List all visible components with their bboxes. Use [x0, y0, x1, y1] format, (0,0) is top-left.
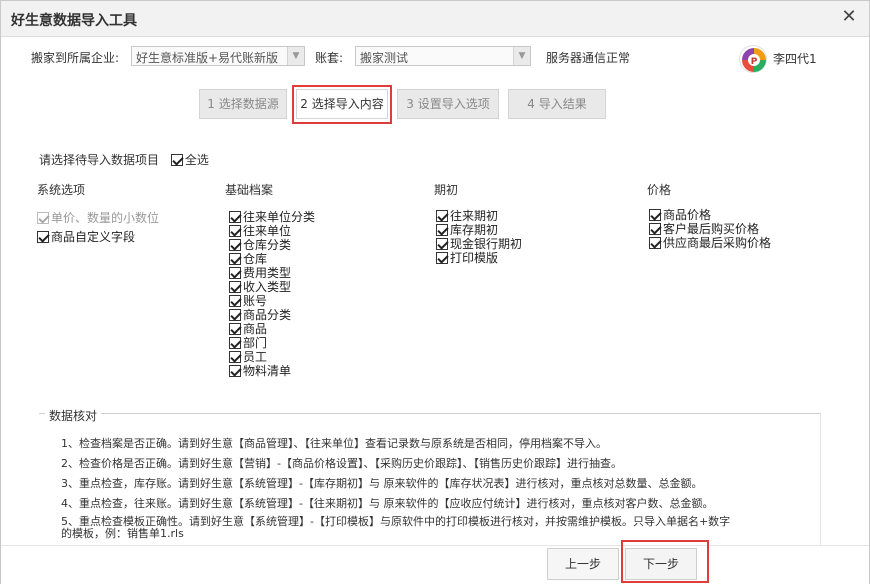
- checkbox-icon: [37, 231, 49, 243]
- option-label: 商品自定义字段: [51, 230, 136, 244]
- svg-text:P: P: [751, 57, 758, 67]
- checkbox-icon: [229, 365, 241, 377]
- step-import-options[interactable]: 3 设置导入选项: [397, 89, 499, 119]
- verify-line: 2、检查价格是否正确。请到好生意【营销】-【商品价格设置】、【采购历史价跟踪】、…: [61, 457, 622, 470]
- price-option[interactable]: 供应商最后采购价格: [649, 234, 771, 251]
- highlight-step-box: [292, 85, 392, 124]
- header-bar: 搬家到所属企业: 好生意标准版+易代账新版 ▼ 账套: 搬家测试 ▼ 服务器通信…: [1, 37, 869, 77]
- avatar[interactable]: P: [739, 45, 767, 73]
- avatar-logo-icon: P: [742, 48, 766, 72]
- verify-line: 3、重点检查，库存账。请到好生意【系统管理】-【库存期初】与 原来软件的【库存状…: [61, 477, 703, 490]
- prev-button[interactable]: 上一步: [547, 548, 619, 580]
- opening-balance-option[interactable]: 打印模版: [436, 249, 498, 266]
- select-all-label: 全选: [184, 153, 209, 167]
- company-select-value: 好生意标准版+易代账新版: [136, 51, 279, 65]
- chevron-down-icon: ▼: [287, 47, 304, 65]
- wizard-steps: 1 选择数据源 2 选择导入内容 3 设置导入选项 4 导入结果: [1, 89, 869, 119]
- option-decimal-places: 单价、数量的小数位: [37, 209, 159, 226]
- footer-bar: [1, 545, 869, 584]
- step-select-source[interactable]: 1 选择数据源: [199, 89, 287, 119]
- verify-line: 的模板，例：销售单1.rls: [61, 527, 184, 540]
- option-label: 物料清单: [243, 364, 292, 378]
- chevron-down-icon: ▼: [513, 47, 530, 65]
- column-title-basic: 基础档案: [225, 183, 274, 197]
- option-label: 打印模版: [450, 251, 499, 265]
- verify-title: 数据核对: [45, 407, 102, 424]
- checkbox-icon: [37, 212, 49, 224]
- import-tool-window: 好生意数据导入工具 ✕ 搬家到所属企业: 好生意标准版+易代账新版 ▼ 账套: …: [0, 0, 870, 584]
- option-label: 供应商最后采购价格: [663, 236, 772, 250]
- verify-line: 4、重点检查，往来账。请到好生意【系统管理】-【往来期初】与 原来软件的【应收应…: [61, 497, 714, 510]
- select-all-row: 请选择待导入数据项目 全选: [39, 151, 209, 168]
- username: 李四代1: [773, 52, 817, 66]
- select-prompt: 请选择待导入数据项目: [39, 153, 160, 167]
- basic-record-option[interactable]: 物料清单: [229, 362, 291, 379]
- step-import-result[interactable]: 4 导入结果: [508, 89, 606, 119]
- close-icon[interactable]: ✕: [839, 7, 859, 27]
- server-status: 服务器通信正常: [546, 51, 631, 65]
- account-select-value: 搬家测试: [360, 51, 409, 65]
- checkbox-icon: [436, 252, 448, 264]
- column-title-opening: 期初: [434, 183, 459, 197]
- option-custom-fields[interactable]: 商品自定义字段: [37, 228, 135, 245]
- select-all-checkbox[interactable]: 全选: [170, 153, 209, 167]
- window-title: 好生意数据导入工具: [11, 13, 137, 29]
- checkbox-icon: [170, 154, 183, 166]
- title-bar: 好生意数据导入工具 ✕: [1, 1, 869, 37]
- account-label: 账套:: [315, 51, 344, 65]
- highlight-next-box: [621, 540, 709, 583]
- column-title-price: 价格: [647, 183, 672, 197]
- option-label: 单价、数量的小数位: [51, 211, 160, 225]
- column-title-system: 系统选项: [37, 183, 86, 197]
- checkbox-icon: [649, 237, 661, 249]
- account-select[interactable]: 搬家测试 ▼: [355, 46, 531, 66]
- company-label: 搬家到所属企业:: [31, 51, 120, 65]
- verify-line: 1、检查档案是否正确。请到好生意【商品管理】、【往来单位】查看记录数与原系统是否…: [61, 437, 607, 450]
- company-select[interactable]: 好生意标准版+易代账新版 ▼: [131, 46, 305, 66]
